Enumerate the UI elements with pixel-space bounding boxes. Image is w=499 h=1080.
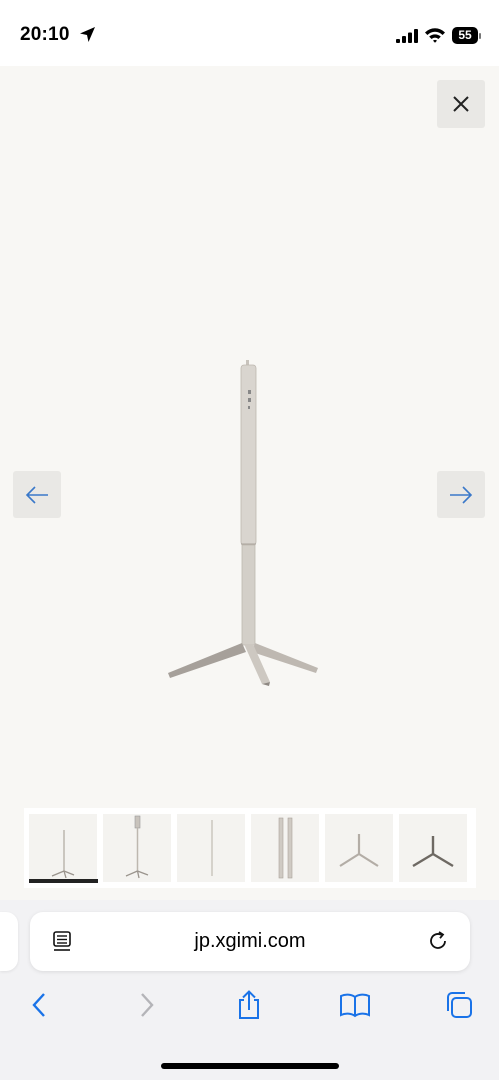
product-image-viewer (0, 66, 499, 900)
thumbnail-tripod-base-light[interactable] (325, 814, 393, 882)
thumbnail-stand-with-mount[interactable] (103, 814, 171, 882)
thumbnail-pole-segments[interactable] (251, 814, 319, 882)
home-indicator (161, 1063, 339, 1069)
cellular-signal-icon (396, 29, 418, 48)
forward-icon[interactable] (130, 988, 164, 1022)
thumbnail-strip (24, 808, 476, 888)
close-icon (453, 96, 469, 112)
previous-image-button[interactable] (13, 471, 61, 518)
reload-icon[interactable] (426, 929, 450, 958)
battery-level: 55 (452, 27, 478, 44)
location-arrow-icon (79, 26, 96, 48)
previous-tab-peek[interactable] (0, 912, 18, 971)
bookmarks-icon[interactable] (338, 988, 372, 1022)
browser-toolbar: jp.xgimi.com (0, 900, 499, 1080)
close-button[interactable] (437, 80, 485, 128)
battery-icon: 55 (452, 27, 482, 44)
floor-stand-tripod-image (168, 360, 318, 686)
status-time: 20:10 (20, 24, 70, 45)
share-icon[interactable] (232, 988, 266, 1022)
url-text[interactable]: jp.xgimi.com (30, 930, 470, 953)
thumbnail-tripod-base-dark[interactable] (399, 814, 467, 882)
arrow-right-icon (450, 485, 473, 504)
tabs-icon[interactable] (442, 988, 476, 1022)
status-bar: 20:10 55 (0, 0, 499, 66)
next-image-button[interactable] (437, 471, 485, 518)
thumbnail-pole[interactable] (177, 814, 245, 882)
wifi-icon (424, 27, 446, 48)
back-icon[interactable] (22, 988, 56, 1022)
arrow-left-icon (25, 485, 48, 504)
thumbnail-stand-full[interactable] (29, 814, 97, 882)
address-bar[interactable]: jp.xgimi.com (30, 912, 470, 971)
thumbnail-selected-indicator (29, 879, 98, 883)
